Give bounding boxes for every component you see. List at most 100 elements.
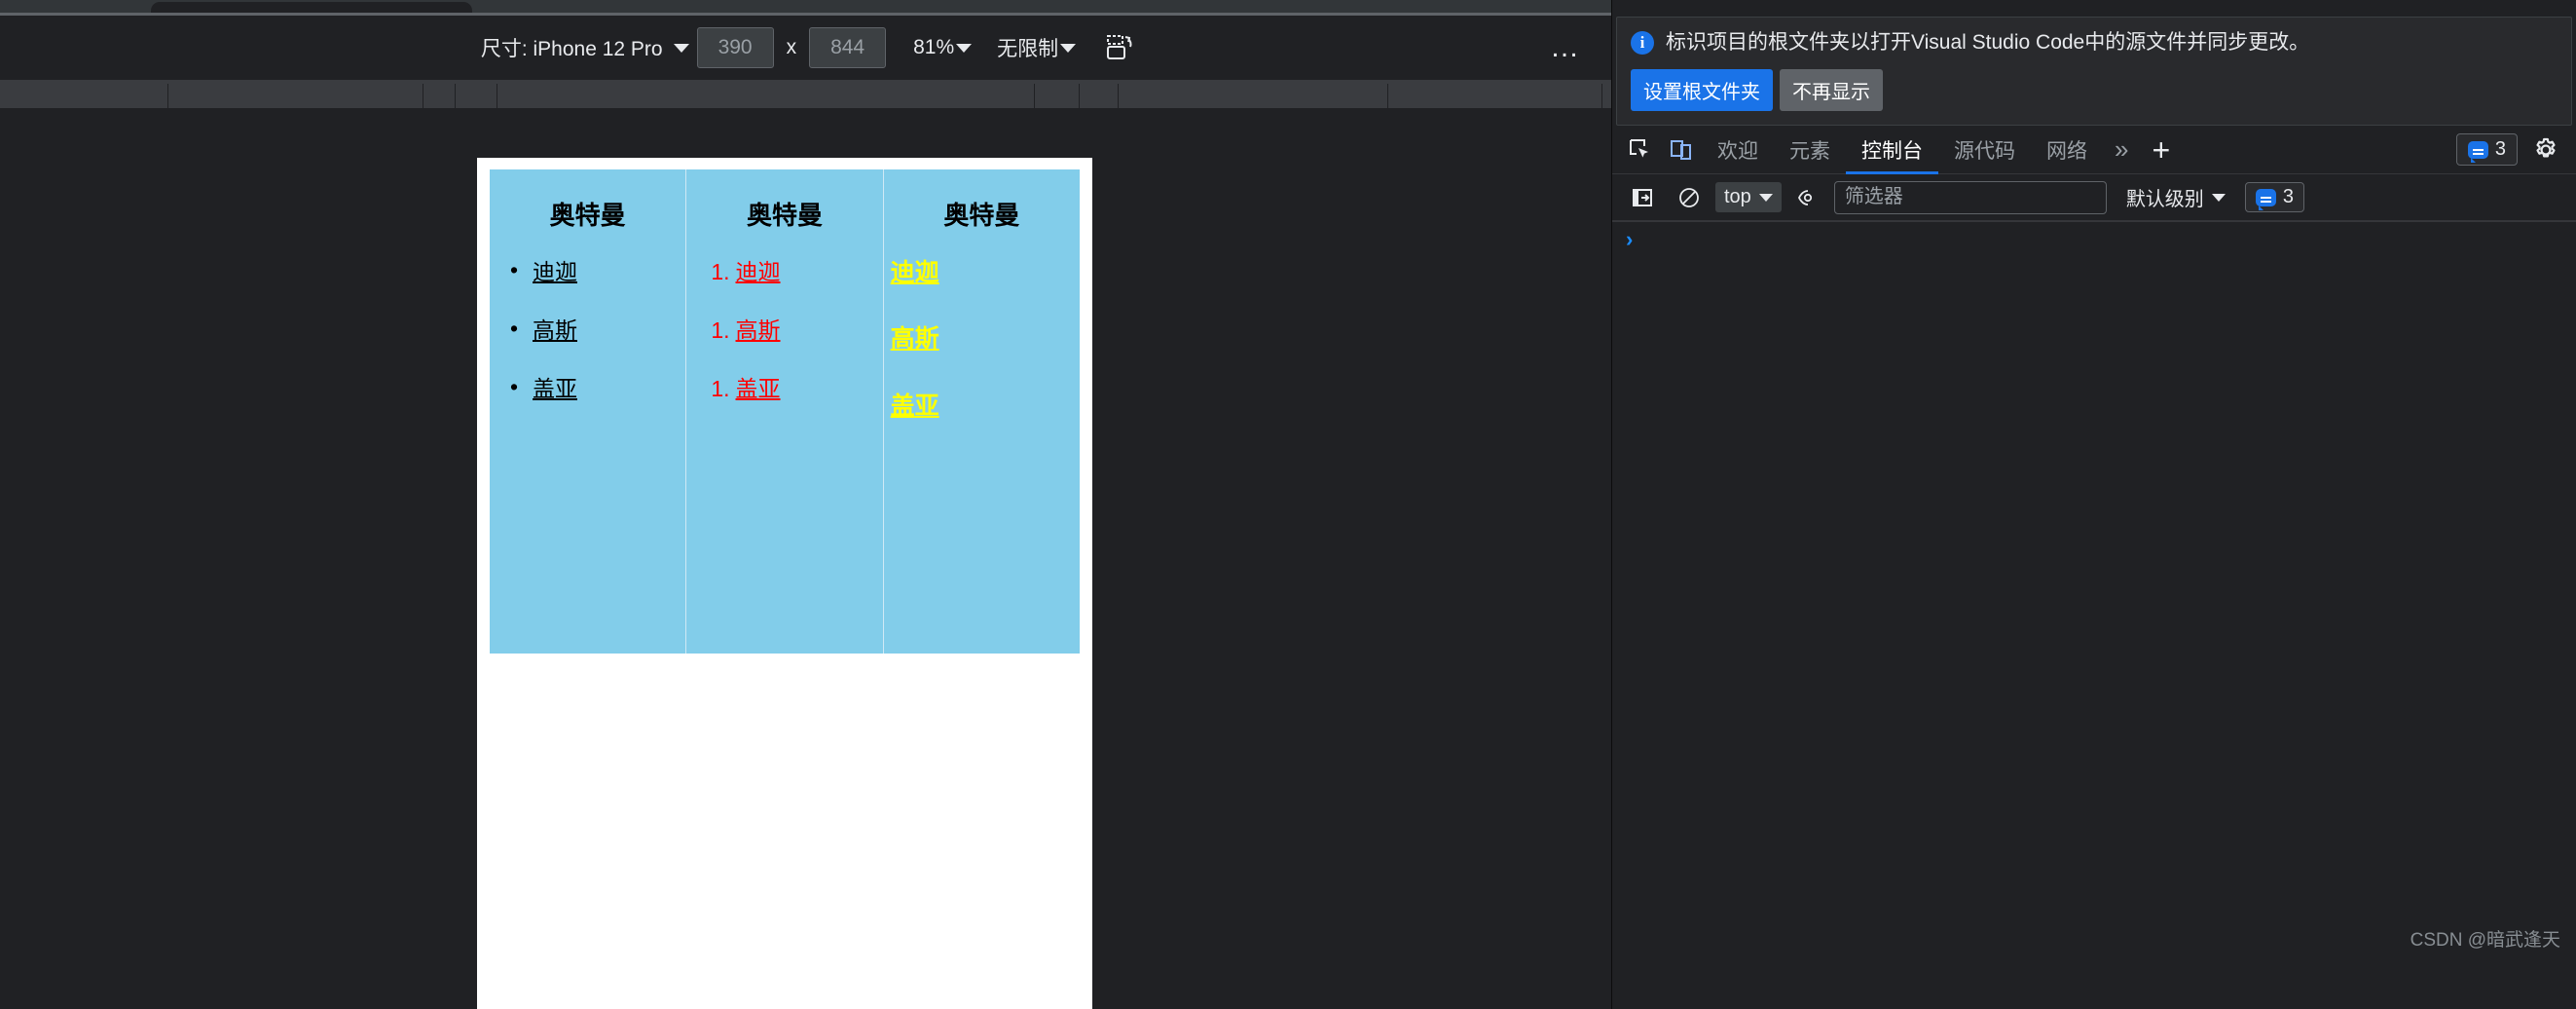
device-size-label: 尺寸: iPhone 12 Pro	[480, 38, 663, 60]
log-level-label: 默认级别	[2125, 189, 2204, 211]
list-item-label: 盖亚	[533, 375, 577, 401]
device-toolbar-controls: 尺寸: iPhone 12 Pro x 81% 无限制	[473, 27, 1138, 68]
devtools-settings-button[interactable]	[2525, 130, 2566, 170]
gear-icon	[2532, 136, 2559, 164]
list-item: 盖亚	[510, 373, 685, 403]
column-title: 奥特曼	[549, 201, 626, 230]
bulleted-list: 迪迦 高斯 盖亚	[490, 256, 685, 403]
devtools-tabbar: 欢迎 元素 控制台 源代码 网络 » + 3	[1612, 125, 2576, 175]
list-item-label: 盖亚	[890, 392, 939, 420]
add-tab-button[interactable]: +	[2140, 134, 2182, 166]
list-item-label: 高斯	[735, 317, 781, 343]
list-item: 盖亚	[891, 392, 1080, 422]
viewport-ruler	[0, 80, 1611, 109]
inspect-element-button[interactable]	[1620, 130, 1661, 170]
set-root-folder-button[interactable]: 设置根文件夹	[1631, 69, 1773, 112]
log-level-selector[interactable]: 默认级别	[2126, 183, 2226, 211]
column-numbered: 奥特曼 1. 迪迦 1. 高斯 1. 盖亚	[685, 169, 882, 654]
tab-label: 控制台	[1861, 139, 1923, 163]
device-height-input[interactable]	[809, 27, 887, 68]
tab-elements[interactable]: 元素	[1774, 126, 1846, 174]
device-width-input[interactable]	[696, 27, 774, 68]
chevron-down-icon	[673, 43, 689, 53]
dimension-separator: x	[786, 36, 797, 58]
zoom-selector[interactable]: 81%	[913, 36, 973, 59]
inspect-element-icon	[1628, 137, 1653, 163]
execution-context-label: top	[1724, 186, 1751, 208]
info-icon: i	[1631, 31, 1654, 55]
column-title: 奥特曼	[746, 201, 823, 230]
clear-console-icon	[1677, 186, 1701, 209]
list-item-label: 盖亚	[735, 375, 781, 401]
chevron-down-icon	[1758, 193, 1773, 202]
list-item: 高斯	[510, 315, 685, 345]
tab-label: 网络	[2046, 139, 2087, 163]
console-prompt-row[interactable]: ›	[1612, 222, 2576, 257]
device-size-selector[interactable]: 尺寸: iPhone 12 Pro	[473, 29, 697, 66]
prompt-chevron-icon: ›	[1626, 227, 1634, 252]
list-item-label: 迪迦	[735, 259, 781, 285]
live-expression-button[interactable]	[1787, 177, 1828, 218]
list-item-label: 迪迦	[533, 259, 577, 285]
list-item: 1. 高斯	[711, 317, 882, 345]
list-item-label: 迪迦	[890, 259, 939, 287]
device-toggle-button[interactable]	[1661, 130, 1702, 170]
console-message-count-badge[interactable]: 3	[2244, 182, 2304, 213]
tab-network[interactable]: 网络	[2031, 126, 2103, 174]
message-bubble-icon	[2467, 140, 2488, 163]
numbered-list: 1. 迪迦 1. 高斯 1. 盖亚	[686, 258, 882, 402]
more-tabs-button[interactable]: »	[2103, 134, 2140, 165]
tab-sources[interactable]: 源代码	[1938, 126, 2031, 174]
chevron-down-icon	[2211, 193, 2226, 202]
watermark: CSDN @暗武逢天	[2410, 930, 2560, 952]
devtools-panel: i 标识项目的根文件夹以打开Visual Studio Code中的源文件并同步…	[1611, 0, 2576, 1009]
list-item: 1. 盖亚	[711, 375, 882, 403]
column-title: 奥特曼	[943, 201, 1020, 230]
rotate-device-button[interactable]	[1105, 33, 1138, 62]
tab-label: 欢迎	[1717, 139, 1758, 163]
message-count-badge[interactable]: 3	[2455, 133, 2518, 167]
console-filter-input[interactable]	[1833, 180, 2107, 214]
console-toolbar: top 默认级别 3	[1612, 174, 2576, 222]
list-item-label: 高斯	[890, 325, 939, 354]
list-item: 高斯	[891, 324, 1080, 355]
device-toolbar-more-button[interactable]: …	[1550, 33, 1582, 62]
plain-list: 迪迦 高斯 盖亚	[884, 258, 1080, 422]
ruler-tick	[455, 84, 456, 109]
ruler-tick	[167, 84, 168, 109]
device-toggle-icon	[1669, 137, 1694, 163]
execution-context-selector[interactable]: top	[1715, 182, 1782, 213]
tab-label: 源代码	[1954, 139, 2015, 163]
throttling-selector[interactable]: 无限制	[997, 33, 1077, 62]
ruler-tick	[1601, 84, 1602, 109]
console-output[interactable]: › CSDN @暗武逢天	[1612, 221, 2576, 962]
rotate-device-icon	[1105, 33, 1138, 62]
ruler-tick	[1034, 84, 1035, 109]
dont-show-again-button[interactable]: 不再显示	[1780, 69, 1883, 112]
infobar: i 标识项目的根文件夹以打开Visual Studio Code中的源文件并同步…	[1616, 17, 2572, 127]
device-mode-toolbar: 尺寸: iPhone 12 Pro x 81% 无限制	[0, 16, 1611, 80]
message-bubble-icon	[2255, 188, 2276, 210]
list-item-marker: 1.	[711, 259, 730, 285]
message-count: 3	[2494, 138, 2506, 161]
list-item-label: 高斯	[533, 317, 577, 343]
tab-welcome[interactable]: 欢迎	[1702, 126, 1774, 174]
console-sidebar-toggle[interactable]	[1622, 177, 1663, 218]
console-sidebar-icon	[1631, 186, 1654, 209]
list-item: 迪迦	[891, 258, 1080, 288]
device-viewport-area: 奥特曼 迪迦 高斯 盖亚 奥特曼 1.迪迦 1.高斯 1.盖亚	[0, 109, 1611, 1009]
console-message-count: 3	[2282, 186, 2294, 208]
infobar-message: 标识项目的根文件夹以打开Visual Studio Code中的源文件并同步更改…	[1666, 31, 2310, 54]
column-bulleted: 奥特曼 迪迦 高斯 盖亚	[490, 169, 685, 654]
list-item-marker: 1.	[711, 317, 730, 343]
ruler-tick	[1387, 84, 1388, 109]
content-box: 奥特曼 迪迦 高斯 盖亚 奥特曼 1.迪迦 1.高斯 1.盖亚	[490, 169, 1080, 654]
tab-console[interactable]: 控制台	[1846, 125, 1938, 174]
clear-console-button[interactable]	[1669, 177, 1710, 218]
zoom-label: 81%	[913, 36, 955, 58]
infobar-message-row: i 标识项目的根文件夹以打开Visual Studio Code中的源文件并同步…	[1631, 29, 2558, 56]
chevron-down-icon	[1060, 43, 1077, 53]
throttling-label: 无限制	[997, 38, 1059, 60]
ruler-tick	[1118, 84, 1119, 109]
emulated-page: 奥特曼 迪迦 高斯 盖亚 奥特曼 1.迪迦 1.高斯 1.盖亚	[477, 158, 1092, 1009]
